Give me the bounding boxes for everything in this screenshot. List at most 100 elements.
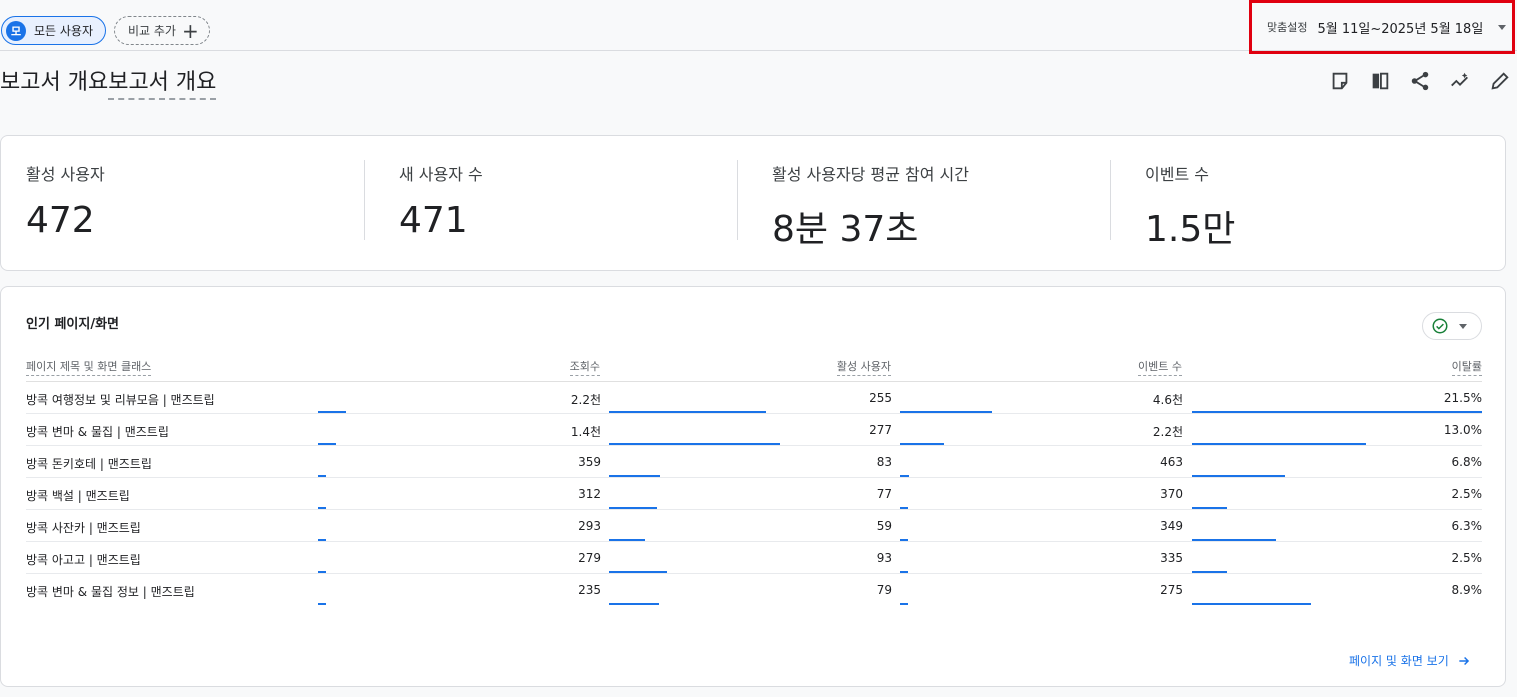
bounce-bar <box>1192 507 1227 509</box>
page-title-cell: 방콕 사잔카 | 맨즈트립 <box>26 521 141 535</box>
events-bar <box>900 539 908 541</box>
events-cell: 463 <box>1160 455 1183 469</box>
page-title-cell: 방콕 돈키호테 | 맨즈트립 <box>26 457 152 471</box>
page-title-cell: 방콕 변마 & 물집 | 맨즈트립 <box>26 425 169 439</box>
bounce-cell: 13.0% <box>1443 423 1482 437</box>
table-row[interactable]: 방콕 사잔카 | 맨즈트립 293 59 349 6.3% <box>26 510 1482 542</box>
views-cell: 2.2천 <box>570 393 601 407</box>
segment-chip-all-users[interactable]: 모 모든 사용자 <box>1 16 106 45</box>
events-bar <box>900 507 908 509</box>
views-cell: 359 <box>578 455 601 469</box>
users-bar <box>609 539 645 541</box>
segment-avatar: 모 <box>6 20 26 41</box>
users-cell: 79 <box>876 583 892 597</box>
bounce-cell: 8.9% <box>1451 583 1483 597</box>
events-cell: 349 <box>1160 519 1183 533</box>
page-title-cell: 방콕 변마 & 물집 정보 | 맨즈트립 <box>26 585 195 599</box>
check-circle-icon <box>1432 318 1448 334</box>
users-bar <box>609 571 667 573</box>
table-row[interactable]: 방콕 변마 & 물집 정보 | 맨즈트립 235 79 275 8.9% <box>26 574 1482 606</box>
views-bar <box>318 539 326 541</box>
bounce-bar <box>1192 411 1482 413</box>
column-header-bounce-rate[interactable]: 이탈률 <box>1451 358 1482 376</box>
date-range-text: 5월 11일~2025년 5월 18일 <box>1317 21 1484 37</box>
column-header-views[interactable]: 조회수 <box>569 358 600 376</box>
chevron-down-icon <box>1498 24 1507 30</box>
kpi-label: 활성 사용자 <box>26 165 105 184</box>
views-cell: 235 <box>578 583 601 597</box>
users-bar <box>609 475 660 477</box>
card-title: 인기 페이지/화면 <box>26 317 119 332</box>
bounce-bar <box>1192 443 1366 445</box>
kpi-new-users[interactable]: 새 사용자 수 471 <box>364 136 747 270</box>
users-bar <box>609 603 659 605</box>
table-row[interactable]: 방콕 돈키호테 | 맨즈트립 359 83 463 6.8% <box>26 446 1482 478</box>
users-bar <box>609 507 657 509</box>
table-row[interactable]: 방콕 아고고 | 맨즈트립 279 93 335 2.5% <box>26 542 1482 574</box>
views-bar <box>318 507 326 509</box>
users-cell: 59 <box>876 519 892 533</box>
note-icon[interactable] <box>1320 68 1360 94</box>
insights-icon[interactable] <box>1440 68 1480 94</box>
kpi-label: 활성 사용자당 평균 참여 시간 <box>772 165 969 184</box>
add-comparison-button[interactable]: 비교 추가 + <box>114 16 210 45</box>
kpi-event-count[interactable]: 이벤트 수 1.5만 <box>1110 136 1493 270</box>
bounce-bar <box>1192 475 1285 477</box>
column-header-page[interactable]: 페이지 제목 및 화면 클래스 <box>26 358 152 376</box>
views-bar <box>318 475 326 477</box>
events-cell: 335 <box>1160 551 1183 565</box>
events-bar <box>900 475 909 477</box>
users-cell: 277 <box>869 423 892 437</box>
bounce-cell: 6.8% <box>1451 455 1483 469</box>
kpi-value: 8분 37초 <box>772 209 919 250</box>
events-cell: 275 <box>1160 583 1183 597</box>
kpi-avg-engagement-time[interactable]: 활성 사용자당 평균 참여 시간 8분 37초 <box>737 136 1120 270</box>
data-quality-button[interactable] <box>1422 312 1482 340</box>
date-range-picker[interactable]: 맞춤설정 5월 11일~2025년 5월 18일 <box>1249 0 1515 54</box>
bounce-bar <box>1192 539 1276 541</box>
bounce-bar <box>1192 603 1311 605</box>
views-bar <box>318 411 346 413</box>
report-toolbar <box>1320 68 1517 94</box>
users-bar <box>609 443 780 445</box>
kpi-value: 472 <box>26 200 95 241</box>
table-row[interactable]: 방콕 변마 & 물집 | 맨즈트립 1.4천 277 2.2천 13.0% <box>26 414 1482 446</box>
bounce-cell: 21.5% <box>1443 391 1482 405</box>
column-header-active-users[interactable]: 활성 사용자 <box>836 358 891 376</box>
plus-icon: + <box>181 18 199 43</box>
bounce-cell: 6.3% <box>1451 519 1483 533</box>
top-pages-card: 인기 페이지/화면 페이지 제목 및 화면 클래스 조회수 활성 사용자 이벤트… <box>0 286 1506 687</box>
views-bar <box>318 443 336 445</box>
edit-icon[interactable] <box>1480 68 1517 94</box>
views-bar <box>318 603 326 605</box>
users-cell: 83 <box>876 455 892 469</box>
events-cell: 370 <box>1160 487 1183 501</box>
page-title-editable[interactable]: 보고서 개요 <box>108 64 217 100</box>
events-bar <box>900 443 944 445</box>
share-icon[interactable] <box>1400 68 1440 94</box>
arrow-right-icon <box>1459 656 1469 665</box>
events-bar <box>900 571 908 573</box>
view-pages-label: 페이지 및 화면 보기 <box>1349 654 1449 668</box>
views-cell: 1.4천 <box>570 425 601 439</box>
bounce-bar <box>1192 571 1227 573</box>
date-custom-label: 맞춤설정 <box>1267 21 1308 34</box>
kpi-value: 1.5만 <box>1145 209 1236 250</box>
add-comparison-label: 비교 추가 <box>128 24 176 38</box>
kpi-label: 새 사용자 수 <box>399 165 483 184</box>
column-header-events[interactable]: 이벤트 수 <box>1138 358 1182 376</box>
views-bar <box>318 571 326 573</box>
page-title-cell: 방콕 아고고 | 맨즈트립 <box>26 553 141 567</box>
events-cell: 2.2천 <box>1152 425 1183 439</box>
view-pages-link[interactable]: 페이지 및 화면 보기 <box>1349 652 1471 669</box>
page-title-cell: 방콕 백설 | 맨즈트립 <box>26 489 130 503</box>
views-cell: 293 <box>578 519 601 533</box>
views-cell: 279 <box>578 551 601 565</box>
compare-icon[interactable] <box>1360 68 1400 94</box>
table-row[interactable]: 방콕 백설 | 맨즈트립 312 77 370 2.5% <box>26 478 1482 510</box>
chevron-down-icon <box>1459 323 1467 329</box>
table-header: 페이지 제목 및 화면 클래스 조회수 활성 사용자 이벤트 수 이탈률 <box>26 356 1482 382</box>
table-row[interactable]: 방콕 여행정보 및 리뷰모음 | 맨즈트립 2.2천 255 4.6천 21.5% <box>26 382 1482 414</box>
kpi-active-users[interactable]: 활성 사용자 472 <box>1 136 374 270</box>
page-title-text: 보고서 개요 <box>0 70 109 95</box>
